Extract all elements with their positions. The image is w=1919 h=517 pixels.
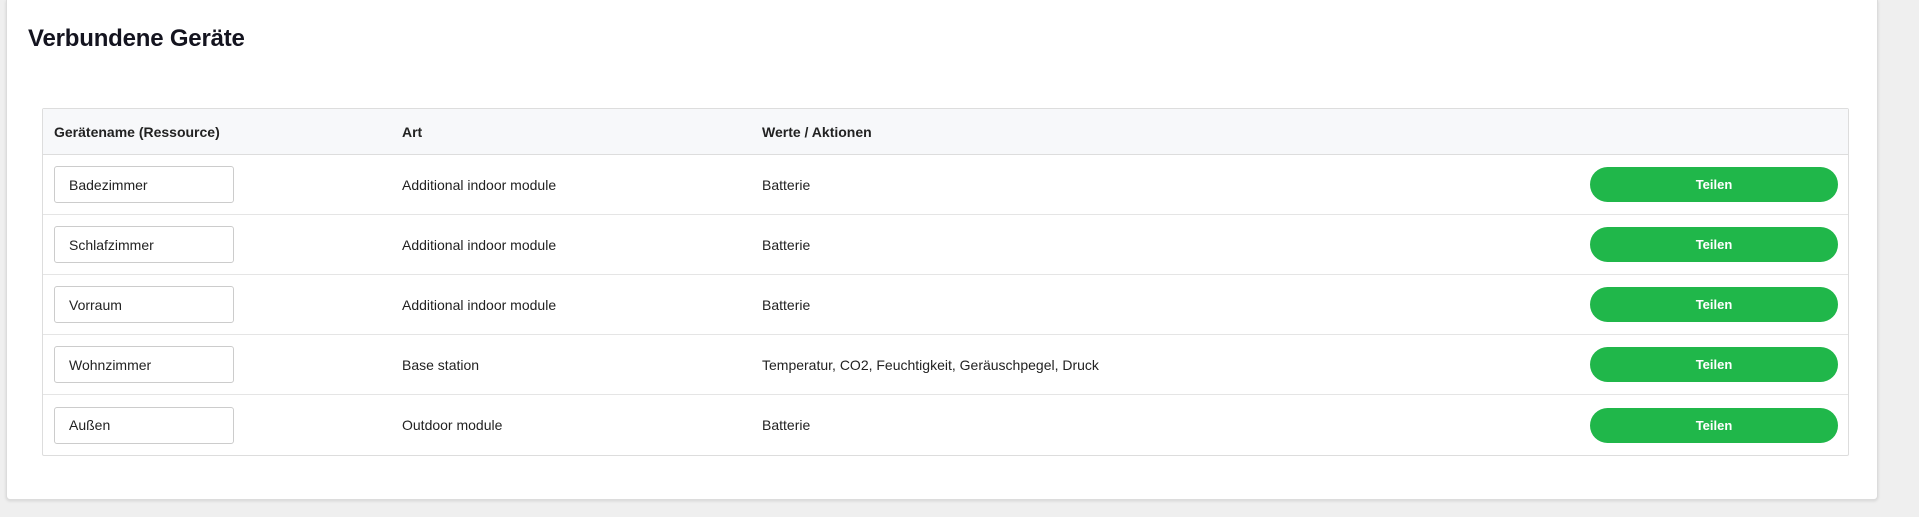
device-name-input[interactable] [54,406,234,444]
header-device-name: Gerätename (Ressource) [54,123,220,140]
table-row: Additional indoor module Batterie Teilen [43,155,1848,215]
header-values-actions: Werte / Aktionen [762,123,872,140]
table-row: Additional indoor module Batterie Teilen [43,275,1848,335]
device-values: Batterie [762,296,811,313]
device-type: Additional indoor module [402,296,557,313]
share-button[interactable]: Teilen [1590,407,1838,443]
share-button[interactable]: Teilen [1590,347,1838,382]
devices-card: Verbundene Geräte Gerätename (Ressource)… [6,0,1878,500]
header-type: Art [402,123,423,140]
table-header: Gerätename (Ressource) Art Werte / Aktio… [43,109,1848,155]
device-name-input[interactable] [54,166,234,203]
share-button[interactable]: Teilen [1590,287,1838,322]
table-row: Outdoor module Batterie Teilen [43,395,1848,455]
device-name-input[interactable] [54,286,234,323]
device-name-input[interactable] [54,346,234,383]
device-type: Additional indoor module [402,176,557,193]
table-row: Additional indoor module Batterie Teilen [43,215,1848,275]
device-values: Batterie [762,236,811,253]
device-values: Batterie [762,176,811,193]
share-button[interactable]: Teilen [1590,167,1838,202]
device-name-input[interactable] [54,226,234,263]
share-button[interactable]: Teilen [1590,227,1838,262]
device-values: Temperatur, CO2, Feuchtigkeit, Geräuschp… [762,356,1099,373]
device-type: Additional indoor module [402,236,557,253]
device-values: Batterie [762,417,811,433]
page-title: Verbundene Geräte [28,25,245,52]
table-row: Base station Temperatur, CO2, Feuchtigke… [43,335,1848,395]
device-type: Base station [402,356,480,373]
devices-table: Gerätename (Ressource) Art Werte / Aktio… [42,108,1849,456]
device-type: Outdoor module [402,417,503,433]
